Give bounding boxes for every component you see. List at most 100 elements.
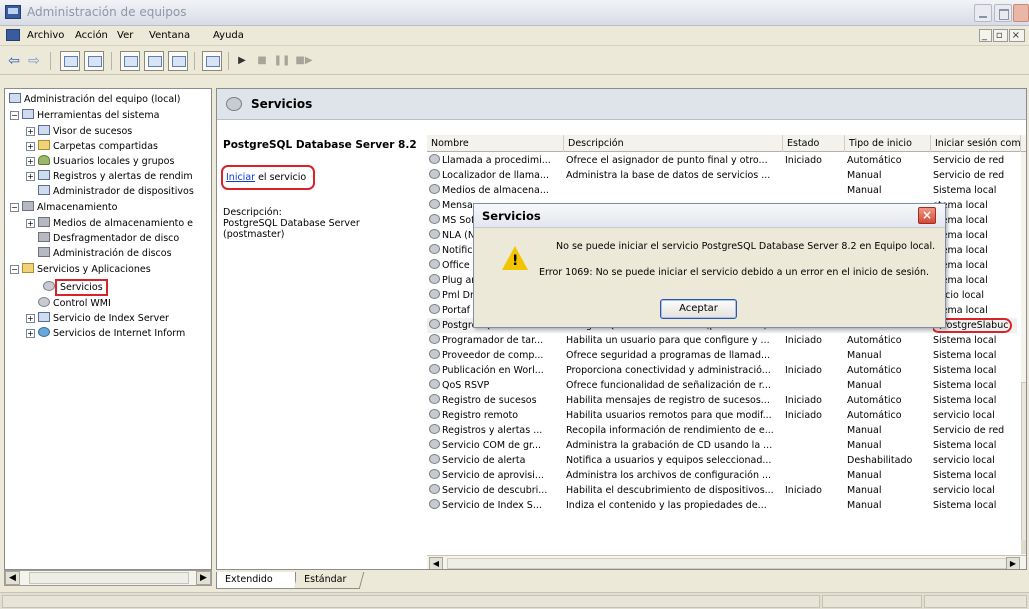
tree-item-servicios-aplicaciones[interactable]: Servicios y Aplicaciones	[22, 263, 151, 276]
service-description-text: Ofrece funcionalidad de señalización de …	[566, 380, 771, 391]
tree-expander[interactable]: +	[26, 127, 35, 136]
service-startup-type-text: Automático	[847, 155, 902, 166]
tree-expander[interactable]: +	[26, 157, 35, 166]
tree-item-iis[interactable]: Servicios de Internet Inform	[38, 327, 185, 340]
forward-arrow-icon[interactable]: ⇨	[24, 51, 44, 71]
back-arrow-icon[interactable]: ⇦	[4, 51, 24, 71]
tree-item-medios[interactable]: Medios de almacenamiento e	[38, 217, 193, 230]
tree-item-visor-sucesos[interactable]: Visor de sucesos	[38, 125, 132, 138]
mdi-restore-button[interactable]: ▫	[992, 29, 1008, 42]
table-row[interactable]: Localizador de llama... Administra la bas…	[427, 168, 1017, 183]
accept-button[interactable]: Aceptar	[660, 299, 737, 319]
table-row[interactable]: Medios de almacena... Manual Sistema local	[427, 183, 1017, 198]
tree-expander[interactable]: −	[10, 203, 19, 212]
tree-expander[interactable]: −	[10, 265, 19, 274]
table-row[interactable]: Registros y alertas ... Recopila informac…	[427, 423, 1017, 438]
tree-item-control-wmi[interactable]: Control WMI	[38, 297, 111, 310]
tab-extendido[interactable]: Extendido	[216, 572, 296, 589]
tree-expander[interactable]: +	[26, 219, 35, 228]
show-hide-tree-icon[interactable]	[84, 51, 104, 71]
console-tree[interactable]: Administración del equipo (local) − Herr…	[4, 88, 212, 570]
tree-item-desfragmentador[interactable]: Desfragmentador de disco	[38, 232, 179, 245]
menu-ventana[interactable]: Ventana	[149, 30, 190, 41]
service-startup-type-text: Manual	[847, 485, 882, 496]
maximize-button[interactable]	[994, 4, 1012, 22]
scroll-right-icon[interactable]: ▶	[196, 571, 211, 585]
scroll-right-icon[interactable]: ▶	[1006, 557, 1020, 569]
scroll-thumb[interactable]	[29, 572, 189, 584]
tree-expander[interactable]: +	[26, 329, 35, 338]
tree-item-herramientas[interactable]: Herramientas del sistema	[22, 109, 159, 122]
tree-item-admin-discos[interactable]: Administración de discos	[38, 247, 172, 260]
menu-accion[interactable]: Acción	[75, 30, 108, 41]
table-row[interactable]: Servicio de Index S... Indiza el contenid…	[427, 498, 1017, 513]
services-list[interactable]: Nombre Descripción Estado Tipo de inicio…	[427, 135, 1026, 569]
scroll-thumb[interactable]	[1021, 382, 1026, 542]
tree-item-carpetas[interactable]: Carpetas compartidas	[38, 140, 158, 153]
tree-expander[interactable]: +	[26, 314, 35, 323]
menu-ver[interactable]: Ver	[117, 30, 133, 41]
dialog-close-icon[interactable]: ×	[918, 207, 936, 224]
tree-expander[interactable]: +	[26, 142, 35, 151]
table-row[interactable]: Publicación en Worl... Proporciona conect…	[427, 363, 1017, 378]
properties-icon[interactable]	[120, 51, 140, 71]
service-gear-icon	[429, 334, 440, 344]
list-vertical-scrollbar[interactable]	[1021, 152, 1026, 555]
service-description: Habilita el descubrimiento de dispositiv…	[566, 483, 780, 498]
table-row[interactable]: Servicio de alerta Notifica a usuarios y …	[427, 453, 1017, 468]
tree-item-index-server[interactable]: Servicio de Index Server	[38, 312, 169, 325]
mdi-close-button[interactable]: ×	[1008, 29, 1025, 42]
minimize-button[interactable]	[974, 4, 992, 22]
tab-estandar[interactable]: Estándar	[293, 572, 365, 589]
tree-item-almacenamiento[interactable]: Almacenamiento	[22, 201, 117, 214]
tree-item-servicios[interactable]: Servicios	[43, 279, 108, 296]
start-service-link[interactable]: Iniciar	[226, 172, 255, 183]
stop-service-icon[interactable]: ■	[252, 51, 272, 71]
table-row[interactable]: Registro de sucesos Habilita mensajes de …	[427, 393, 1017, 408]
table-row[interactable]: Programador de tar... Habilita un usuario…	[427, 333, 1017, 348]
menu-archivo[interactable]: Archivo	[27, 30, 64, 41]
table-row[interactable]: Servicio COM de gr... Administra la graba…	[427, 438, 1017, 453]
column-header-estado[interactable]: Estado	[783, 135, 845, 152]
service-description-text: Indiza el contenido y las propiedades de…	[566, 500, 767, 511]
scroll-thumb[interactable]	[447, 558, 1007, 569]
service-name: Publicación en Worl...	[442, 365, 544, 376]
table-row[interactable]: QoS RSVP Ofrece funcionalidad de señaliza…	[427, 378, 1017, 393]
tree-expander[interactable]: −	[10, 111, 19, 120]
list-horizontal-scrollbar[interactable]: ◀ ▶	[427, 555, 1026, 569]
restart-service-icon[interactable]: ■▶	[294, 51, 314, 71]
scroll-down-icon[interactable]	[1021, 540, 1026, 554]
column-header-nombre[interactable]: Nombre	[427, 135, 564, 152]
mdi-minimize-button[interactable]: _	[978, 29, 992, 42]
table-row[interactable]: Servicio de aprovisi... Administra los ar…	[427, 468, 1017, 483]
table-row[interactable]: Llamada a procedimi... Ofrece el asignado…	[427, 153, 1017, 168]
service-startup-type: Manual	[847, 348, 929, 363]
tree-item-registros[interactable]: Registros y alertas de rendim	[38, 170, 193, 183]
scroll-left-icon[interactable]: ◀	[429, 557, 443, 569]
service-startup-type: Manual	[847, 468, 929, 483]
menu-ayuda[interactable]: Ayuda	[213, 30, 244, 41]
column-header-iniciar-sesion[interactable]: Iniciar sesión como	[931, 135, 1021, 152]
service-logon-as-text: Servicio de red	[933, 170, 1005, 181]
tree-item-usuarios[interactable]: Usuarios locales y grupos	[38, 155, 174, 168]
export-list-icon[interactable]	[168, 51, 188, 71]
service-logon-as-text: Sistema local	[933, 185, 997, 196]
table-row[interactable]: Servicio de descubri... Habilita el descu…	[427, 483, 1017, 498]
start-service-icon[interactable]: ▶	[232, 51, 252, 71]
service-logon-as: Sistema local	[933, 363, 1019, 378]
table-row[interactable]: Proveedor de comp... Ofrece seguridad a p…	[427, 348, 1017, 363]
scroll-left-icon[interactable]: ◀	[5, 571, 20, 585]
table-row[interactable]: Registro remoto Habilita usuarios remotos…	[427, 408, 1017, 423]
tree-root[interactable]: Administración del equipo (local)	[9, 93, 181, 106]
help-icon[interactable]	[202, 51, 222, 71]
column-header-tipo-inicio[interactable]: Tipo de inicio	[845, 135, 931, 152]
pause-service-icon[interactable]: ❚❚	[272, 51, 292, 71]
service-description: Habilita un usuario para que configure y…	[566, 333, 780, 348]
tree-expander[interactable]: +	[26, 172, 35, 181]
close-button[interactable]	[1013, 4, 1029, 22]
up-folder-icon[interactable]	[60, 51, 80, 71]
tree-item-admin-dispositivos[interactable]: Administrador de dispositivos	[38, 185, 194, 198]
refresh-icon[interactable]	[144, 51, 164, 71]
column-header-descripcion[interactable]: Descripción	[564, 135, 783, 152]
tree-horizontal-scrollbar[interactable]: ◀ ▶	[4, 570, 212, 586]
